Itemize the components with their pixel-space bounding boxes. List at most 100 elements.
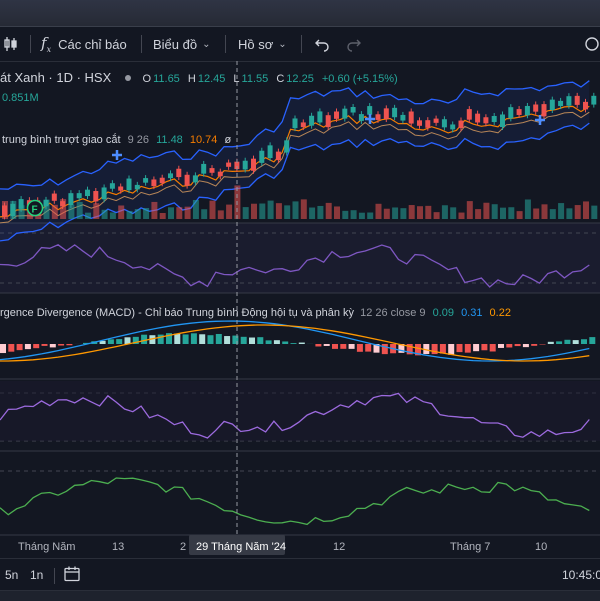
date-range-button[interactable] (63, 565, 81, 588)
candle-body (284, 140, 289, 152)
candles-style-button[interactable] (2, 33, 20, 55)
ma-param-2: 26 (137, 134, 149, 146)
chevron-down-icon: ⌄ (278, 39, 286, 50)
candle-body (176, 169, 181, 177)
bottom-toolbar: 5n 1n 10:45:0 (0, 558, 600, 591)
low-value: 11.55 (242, 73, 269, 85)
candle-body (342, 109, 347, 119)
indicators-button[interactable]: fx Các chỉ báo (41, 33, 127, 55)
volume-bar (68, 205, 74, 219)
candles-icon (2, 35, 20, 53)
profile-menu-button[interactable]: Hồ sơ ⌄ (238, 33, 287, 55)
settings-button[interactable] (584, 33, 600, 55)
time-label: Tháng 7 (450, 541, 490, 553)
ma-cross-name: trung bình trượt giao cắt (2, 134, 121, 146)
macd-histogram-bar (224, 336, 230, 344)
macd-histogram-bar (349, 344, 355, 349)
f-marker[interactable]: F (28, 201, 43, 216)
undo-icon (314, 36, 330, 52)
volume-bar (268, 201, 274, 219)
function-icon: fx (41, 34, 51, 54)
candle-body (210, 168, 215, 173)
toolbar-separator (225, 35, 226, 53)
volume-bar (127, 211, 133, 219)
toolbar-separator (54, 568, 55, 584)
candle-body (143, 178, 148, 183)
macd-value-3: 0.22 (490, 307, 511, 319)
ma-cross-legend[interactable]: trung bình trượt giao cắt 9 26 11.48 10.… (2, 134, 231, 146)
candle-body (442, 119, 447, 127)
volume-bar (326, 203, 332, 219)
toolbar-separator (30, 35, 31, 53)
macd-histogram-bar (108, 339, 114, 344)
candle-body (591, 96, 596, 105)
main-series-legend[interactable]: át Xanh · 1D · HSX O11.65 H12.45 L11.55 … (0, 70, 398, 85)
volume-bar (558, 203, 564, 219)
volume-bar (508, 207, 514, 219)
volume-bar (400, 208, 406, 219)
macd-histogram-bar (365, 344, 371, 352)
macd-histogram-bar (58, 344, 64, 346)
time-label: 2 (180, 541, 186, 553)
undo-button[interactable] (314, 33, 330, 55)
macd-histogram-bar (506, 344, 512, 347)
macd-histogram-bar (291, 343, 297, 344)
volume-bar (301, 199, 307, 219)
volume-bar (376, 204, 382, 219)
profile-menu-label: Hồ sơ (238, 37, 273, 52)
candle-body (93, 191, 98, 201)
candle-body (508, 107, 513, 118)
oscillator-band (0, 381, 600, 441)
redo-icon (346, 36, 362, 52)
candle-body (392, 108, 397, 117)
candle-body (384, 108, 389, 119)
high-value: 12.45 (198, 73, 226, 85)
candle-body (102, 187, 107, 199)
volume-bar (251, 204, 257, 219)
macd-histogram-bar (490, 344, 496, 351)
green-line-pane (0, 478, 589, 524)
chart-menu-button[interactable]: Biểu đồ ⌄ (153, 33, 210, 55)
volume-bar (201, 209, 207, 219)
volume-bar (176, 207, 182, 219)
candle-body (151, 179, 156, 186)
macd-legend[interactable]: rgence Divergence (MACD) - Chỉ báo Trung… (0, 307, 511, 319)
macd-histogram-bar (116, 339, 122, 344)
candle-body (243, 161, 248, 170)
close-label: C (276, 73, 284, 85)
settings-icon (584, 36, 600, 52)
candle-body (201, 164, 206, 174)
macd-line (0, 321, 589, 361)
macd-histogram-bar (42, 344, 48, 346)
candle-body (351, 107, 356, 113)
volume-bar (317, 206, 323, 219)
volume-bar (143, 208, 149, 219)
timeframe-1n-button[interactable]: 1n (30, 568, 43, 582)
macd-histogram-bar (0, 344, 6, 353)
macd-histogram-bar (382, 344, 388, 354)
volume-bar (550, 209, 556, 219)
open-value: 11.65 (153, 73, 180, 85)
macd-histogram-bar (457, 344, 463, 352)
volume-bar (226, 205, 232, 219)
macd-histogram-bar (208, 335, 214, 344)
volume-bar (517, 211, 523, 219)
volume-bar (575, 205, 581, 219)
volume-bar (110, 212, 116, 219)
volume-bar (525, 199, 531, 219)
redo-button[interactable] (346, 33, 362, 55)
volume-bar (434, 212, 440, 219)
candle-body (301, 122, 306, 127)
candle-body (550, 100, 555, 110)
volume-bar (93, 203, 99, 219)
timeframe-5n-button[interactable]: 5n (5, 568, 18, 582)
time-axis: Tháng Năm 13 2 12 Tháng 7 10 29 Tháng Nă… (18, 535, 547, 555)
volume-bar (351, 210, 357, 219)
ma-cross-marker (112, 150, 122, 160)
candle-body (533, 104, 538, 111)
candle-body (268, 145, 273, 158)
macd-histogram-bar (274, 340, 280, 344)
macd-histogram-bar (515, 344, 521, 346)
close-value: 12.25 (286, 73, 314, 85)
ma-value-2: 10.74 (190, 134, 218, 146)
